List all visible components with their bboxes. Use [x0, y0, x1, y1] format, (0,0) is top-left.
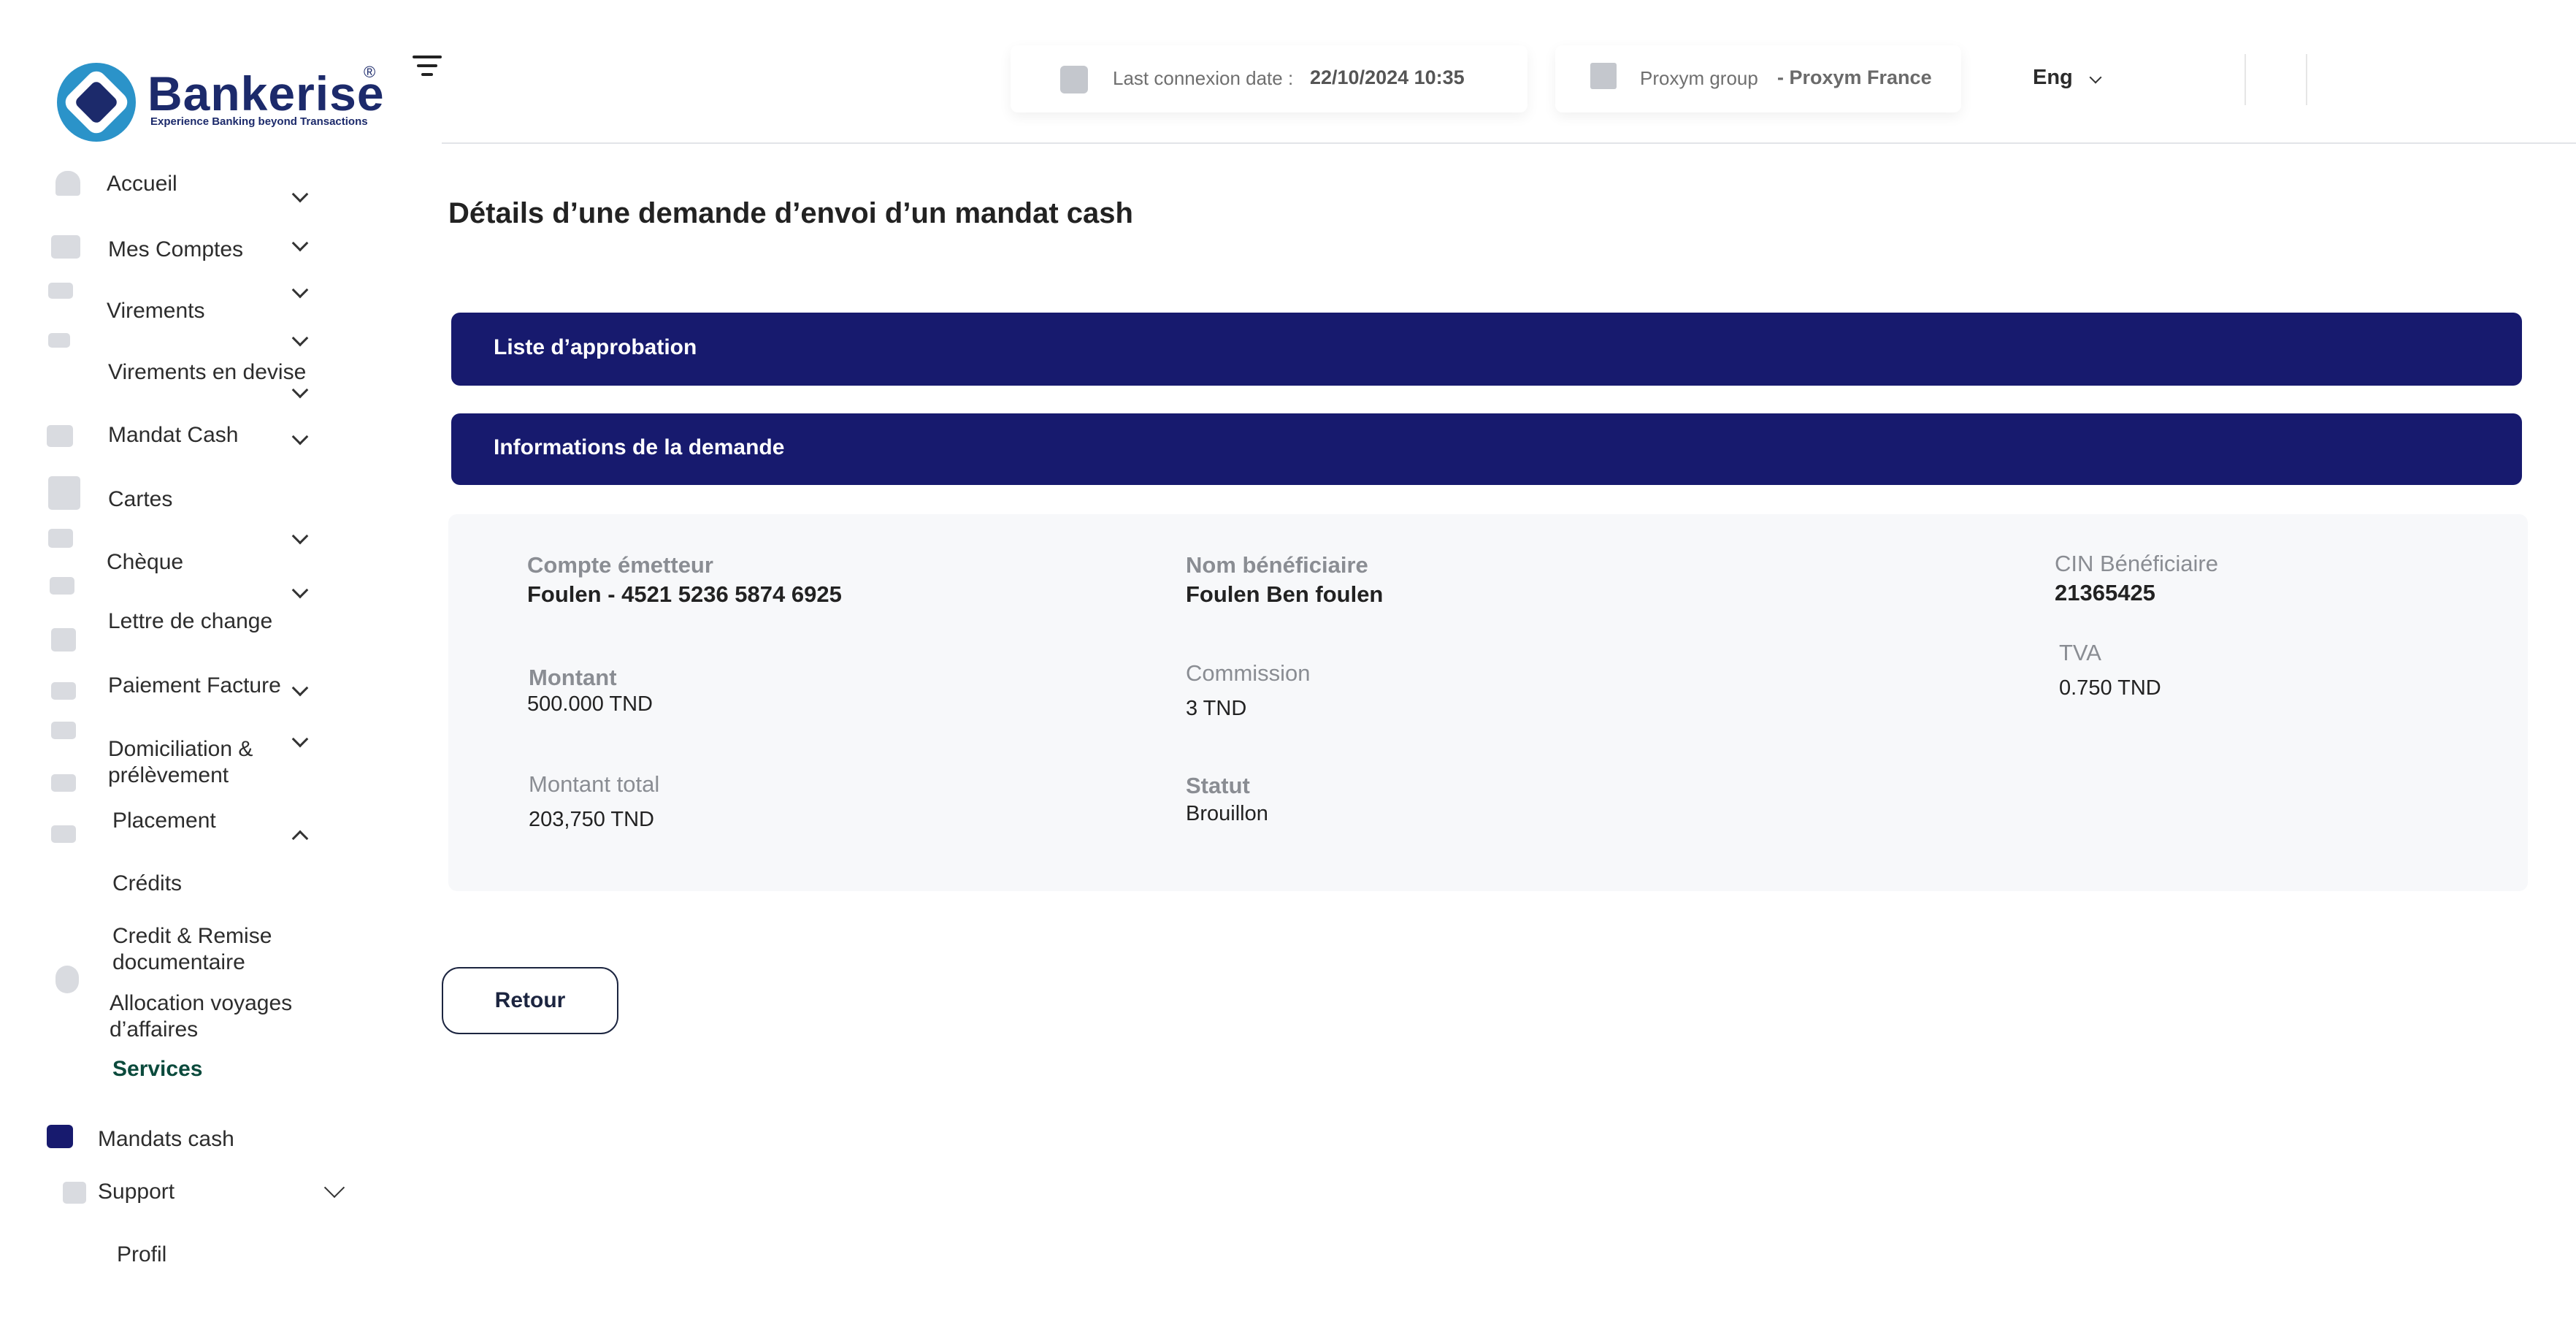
sidebar-subitem-credit-remise[interactable]: Credit & Remise documentaire	[112, 923, 317, 976]
field-label-commission: Commission	[1186, 660, 1311, 686]
field-value-tva: 0.750 TND	[2059, 676, 2161, 700]
field-label-compte-emetteur: Compte émetteur	[527, 552, 713, 578]
sidebar-subitem-allocation[interactable]: Allocation voyages d’affaires	[110, 990, 336, 1043]
page-title: Détails d’une demande d’envoi d’un manda…	[448, 197, 1133, 229]
chevron-down-icon[interactable]	[291, 234, 309, 252]
cash-icon	[47, 425, 73, 447]
chevron-down-icon[interactable]	[291, 527, 309, 545]
sidebar-subitem-credits[interactable]: Crédits	[112, 871, 182, 897]
chevron-down-icon[interactable]	[291, 186, 309, 203]
sidebar-item-domiciliation[interactable]: Domiciliation & prélèvement	[108, 736, 298, 789]
retour-button[interactable]: Retour	[442, 967, 618, 1034]
home-icon	[55, 171, 80, 196]
brand-tagline: Experience Banking beyond Transactions	[150, 115, 368, 128]
mail-icon	[51, 825, 76, 843]
card-icon	[48, 476, 80, 510]
sidebar-item-mes-comptes[interactable]: Mes Comptes	[108, 237, 243, 263]
field-value-statut: Brouillon	[1186, 802, 1268, 825]
accordion-label: Liste d’approbation	[494, 335, 697, 359]
chevron-down-icon[interactable]	[291, 329, 309, 347]
chevron-up-icon[interactable]	[291, 830, 309, 847]
last-connexion-card: Last connexion date : 22/10/2024 10:35	[1011, 45, 1527, 112]
support-icon	[63, 1182, 86, 1204]
chevron-down-icon[interactable]	[291, 679, 309, 697]
field-value-montant-total: 203,750 TND	[529, 808, 654, 831]
last-connexion-value: 22/10/2024 10:35	[1310, 66, 1465, 88]
company-card: Proxym group - Proxym France	[1555, 45, 1961, 112]
brand-registered-mark: ®	[364, 63, 376, 81]
mail-icon	[50, 577, 74, 595]
building-icon	[1590, 63, 1617, 89]
menu-toggle-icon[interactable]	[413, 56, 445, 77]
field-label-cin-beneficiaire: CIN Bénéficiaire	[2055, 551, 2218, 576]
chevron-down-icon[interactable]	[2089, 71, 2102, 84]
sidebar-subitem-services[interactable]: Services	[112, 1056, 202, 1082]
field-value-nom-beneficiaire: Foulen Ben foulen	[1186, 581, 1384, 607]
bankerise-logo-icon	[57, 63, 136, 142]
header-separator	[442, 142, 2576, 144]
chevron-down-icon[interactable]	[291, 428, 309, 446]
sidebar-item-profil[interactable]: Profil	[117, 1242, 166, 1268]
accordion-informations-demande[interactable]: Informations de la demande	[451, 413, 2522, 485]
wallet-icon	[51, 235, 80, 259]
sidebar-item-mandats-cash[interactable]: Mandats cash	[98, 1126, 234, 1153]
header-divider	[2245, 54, 2246, 105]
cheque-icon	[48, 529, 73, 548]
company-name: - Proxym France	[1777, 66, 1932, 88]
field-label-montant: Montant	[529, 665, 617, 690]
sidebar-item-support[interactable]: Support	[98, 1179, 175, 1205]
company-group: Proxym group	[1640, 67, 1758, 89]
sidebar-item-virements[interactable]: Virements	[107, 298, 205, 324]
last-connexion-label: Last connexion date :	[1113, 67, 1294, 89]
chevron-down-icon[interactable]	[291, 581, 309, 599]
sidebar-item-cheque[interactable]: Chèque	[107, 549, 183, 576]
calendar-icon	[1060, 66, 1088, 93]
mail-icon	[51, 682, 76, 700]
mail-icon	[51, 722, 76, 739]
sidebar-item-accueil[interactable]: Accueil	[107, 171, 177, 197]
chevron-down-icon[interactable]	[323, 1177, 345, 1199]
mail-icon	[51, 774, 76, 792]
field-label-nom-beneficiaire: Nom bénéficiaire	[1186, 552, 1368, 578]
mandats-cash-icon	[47, 1125, 73, 1148]
field-value-montant: 500.000 TND	[527, 692, 653, 716]
sidebar-item-lettre-de-change[interactable]: Lettre de change	[108, 608, 272, 635]
chart-icon	[51, 628, 76, 652]
sidebar-item-paiement-facture[interactable]: Paiement Facture	[108, 673, 281, 699]
user-icon	[55, 966, 79, 993]
accordion-liste-approbation[interactable]: Liste d’approbation	[451, 313, 2522, 386]
header-divider	[2306, 54, 2307, 105]
mail-icon	[48, 333, 70, 348]
field-value-compte-emetteur: Foulen - 4521 5236 5874 6925	[527, 581, 842, 607]
accordion-label: Informations de la demande	[494, 435, 785, 459]
sidebar-item-mandat-cash[interactable]: Mandat Cash	[108, 422, 238, 448]
sidebar-item-cartes[interactable]: Cartes	[108, 486, 172, 513]
field-value-commission: 3 TND	[1186, 697, 1247, 720]
field-value-cin-beneficiaire: 21365425	[2055, 580, 2155, 605]
sidebar-item-placement[interactable]: Placement	[112, 808, 216, 834]
transfer-icon	[48, 283, 73, 299]
chevron-down-icon[interactable]	[291, 281, 309, 299]
sidebar-item-virements-en-devise[interactable]: Virements en devise	[108, 359, 306, 386]
field-label-tva: TVA	[2059, 640, 2101, 665]
field-label-montant-total: Montant total	[529, 771, 660, 797]
field-label-statut: Statut	[1186, 773, 1250, 798]
brand-name: Bankerise	[147, 66, 385, 121]
language-selector[interactable]: Eng	[2033, 66, 2073, 90]
